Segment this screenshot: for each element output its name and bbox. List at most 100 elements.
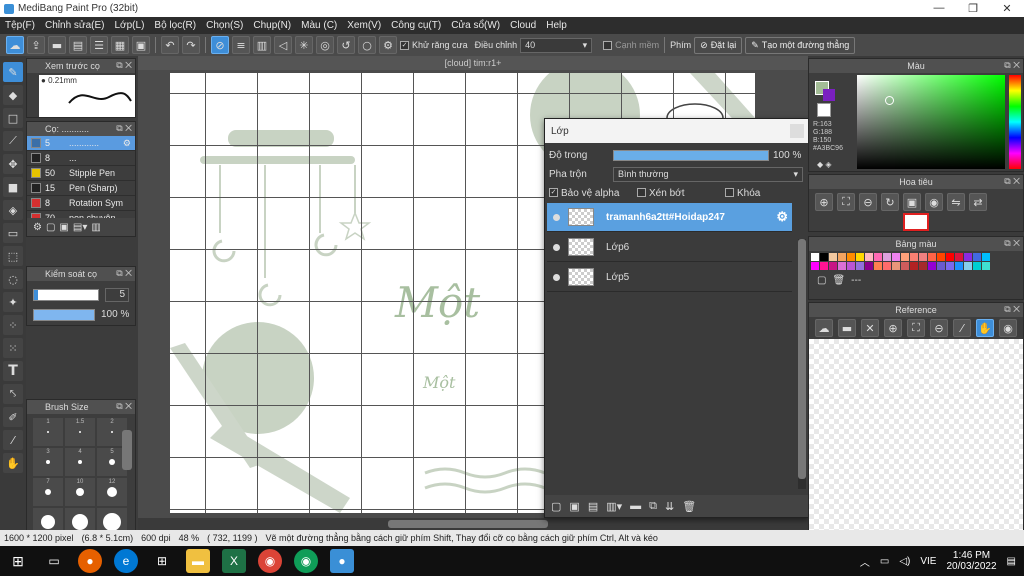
brush-size-cell[interactable]: 4 xyxy=(65,448,95,476)
close-button[interactable]: ✕ xyxy=(990,2,1024,15)
palette-swatch[interactable] xyxy=(946,253,954,261)
menu-cloud[interactable]: Cloud xyxy=(505,20,541,31)
no-snap-icon[interactable]: ⊘ xyxy=(211,36,229,54)
checkbox-checked-icon[interactable]: ✓ xyxy=(549,188,558,198)
gear-icon[interactable]: ⚙ xyxy=(123,138,131,149)
palette-swatch[interactable] xyxy=(964,262,972,270)
palette-swatch[interactable] xyxy=(910,253,918,261)
lasso-tool-icon[interactable]: ◌ xyxy=(3,269,23,289)
palette-swatch[interactable] xyxy=(865,262,873,270)
panel-float-icon[interactable]: ⧉ ✕ xyxy=(116,123,132,134)
secondary-color-swatch[interactable] xyxy=(823,89,835,101)
select-eraser-tool-icon[interactable]: ⁙ xyxy=(3,338,23,358)
palette-swatch[interactable] xyxy=(955,253,963,261)
bucket-tool-icon[interactable]: ◈ xyxy=(3,200,23,220)
palette-swatch[interactable] xyxy=(919,262,927,270)
palette-swatch[interactable] xyxy=(901,253,909,261)
windows-start-icon[interactable]: ⊞ xyxy=(6,549,30,573)
protect-alpha-option[interactable]: ✓ Bảo vệ alpha xyxy=(549,188,637,199)
palette-swatch[interactable] xyxy=(919,253,927,261)
palette-swatch[interactable] xyxy=(892,253,900,261)
transparent-color-swatch[interactable] xyxy=(817,103,831,117)
palette-swatch[interactable] xyxy=(937,262,945,270)
grid-snap-icon[interactable]: ▥ xyxy=(253,36,271,54)
adjust-dropdown[interactable]: 40 ▾ xyxy=(520,37,593,53)
panel-float-icon[interactable]: ⧉ ✕ xyxy=(116,401,132,412)
palette-swatch[interactable] xyxy=(829,262,837,270)
firefox-icon[interactable]: ● xyxy=(78,549,102,573)
panel-float-icon[interactable]: ⧉ ✕ xyxy=(1004,304,1020,315)
fit-icon[interactable]: ⛶ xyxy=(907,319,925,337)
excel-icon[interactable]: X xyxy=(222,549,246,573)
palette-swatch[interactable] xyxy=(973,262,981,270)
palette-swatch[interactable] xyxy=(955,262,963,270)
magic-wand-tool-icon[interactable]: ✦ xyxy=(3,292,23,312)
undo-icon[interactable]: ↶ xyxy=(161,36,179,54)
palette-swatch[interactable] xyxy=(847,262,855,270)
flip-icon[interactable]: ⇋ xyxy=(947,193,965,211)
minimize-button[interactable]: — xyxy=(922,2,956,15)
soft-edge-option[interactable]: Cạnh mềm xyxy=(603,40,659,51)
cloud-icon[interactable]: ☁ xyxy=(6,36,24,54)
tray-chevron-up-icon[interactable]: ︿ xyxy=(860,554,870,569)
gear-icon[interactable]: ⚙ xyxy=(776,209,788,225)
volume-icon[interactable]: ◁) xyxy=(899,556,910,567)
palette-swatch[interactable] xyxy=(865,253,873,261)
straight-line-button[interactable]: ✎ Tạo một đường thẳng xyxy=(745,36,856,54)
text-tool-icon[interactable]: T xyxy=(3,361,23,381)
rotate-icon[interactable]: ↻ xyxy=(881,193,899,211)
edge-icon[interactable]: e xyxy=(114,549,138,573)
palette-swatch[interactable] xyxy=(856,253,864,261)
network-icon[interactable]: ▭ xyxy=(880,556,889,567)
panel-float-icon[interactable]: ⧉ ✕ xyxy=(1004,176,1020,187)
palette-swatch[interactable] xyxy=(928,262,936,270)
fit-icon[interactable]: ⛶ xyxy=(837,193,855,211)
zoom-in-icon[interactable]: ⊕ xyxy=(815,193,833,211)
chrome-icon[interactable]: ◉ xyxy=(258,549,282,573)
brush-item[interactable]: 8 Rotation Sym xyxy=(27,196,135,211)
horizontal-scrollbar[interactable] xyxy=(138,518,808,530)
delete-layer-icon[interactable]: 🗑 xyxy=(682,500,696,513)
maximize-button[interactable]: ❐ xyxy=(956,2,990,15)
visibility-icon[interactable] xyxy=(553,213,560,221)
palette-swatch[interactable] xyxy=(820,262,828,270)
medibang-icon[interactable]: ● xyxy=(330,549,354,573)
menu-select[interactable]: Chọn(S) xyxy=(201,20,248,31)
checkbox-icon[interactable] xyxy=(725,188,734,198)
palette-swatch[interactable] xyxy=(811,262,819,270)
brush-size-value[interactable]: 5 xyxy=(105,288,129,302)
actual-size-icon[interactable]: ▣ xyxy=(903,193,921,211)
checkbox-checked-icon[interactable]: ✓ xyxy=(400,41,409,51)
palette-swatch[interactable] xyxy=(874,262,882,270)
layer-row[interactable]: Lớp6 xyxy=(547,233,792,262)
panel-float-icon[interactable]: ⧉ ✕ xyxy=(116,60,132,71)
duplicate-layer-icon[interactable]: ⧉ xyxy=(649,500,657,513)
new-halftone-layer-icon[interactable]: ▣ xyxy=(569,500,579,513)
hand-tool-icon[interactable]: ✋ xyxy=(3,453,23,473)
layer-scrollbar[interactable] xyxy=(798,239,806,489)
close-icon[interactable] xyxy=(790,124,804,138)
store-icon[interactable]: ⊞ xyxy=(150,549,174,573)
brush-size-cell[interactable]: 12 xyxy=(97,478,127,506)
palette-swatch[interactable] xyxy=(883,253,891,261)
palette-swatch[interactable] xyxy=(874,253,882,261)
color-mode-buttons[interactable]: ◆ ◈ xyxy=(817,160,832,169)
palette-swatch[interactable] xyxy=(937,253,945,261)
perspective-snap-icon[interactable]: ◁ xyxy=(274,36,292,54)
reset-rotation-icon[interactable]: ◉ xyxy=(925,193,943,211)
canvas-tab[interactable]: [cloud] tim:r1+ xyxy=(138,56,808,70)
grid-icon[interactable]: ▦ xyxy=(111,36,129,54)
brush-size-cell[interactable]: 3 xyxy=(33,448,63,476)
palette-swatch[interactable] xyxy=(973,253,981,261)
color-picker-cursor[interactable] xyxy=(885,96,894,105)
concentric-snap-icon[interactable]: ◎ xyxy=(316,36,334,54)
merge-layer-icon[interactable]: ⇊ xyxy=(665,500,674,513)
close-ref-icon[interactable]: ✕ xyxy=(861,319,879,337)
lock-option[interactable]: Khóa xyxy=(725,188,760,199)
panel-float-icon[interactable]: ⧉ ✕ xyxy=(116,268,132,279)
palette-swatch[interactable] xyxy=(856,262,864,270)
palette-swatch[interactable] xyxy=(883,262,891,270)
zoom-out-icon[interactable]: ⊖ xyxy=(859,193,877,211)
share-icon[interactable]: ⇪ xyxy=(27,36,45,54)
operation-tool-icon[interactable]: ⤣ xyxy=(3,384,23,404)
